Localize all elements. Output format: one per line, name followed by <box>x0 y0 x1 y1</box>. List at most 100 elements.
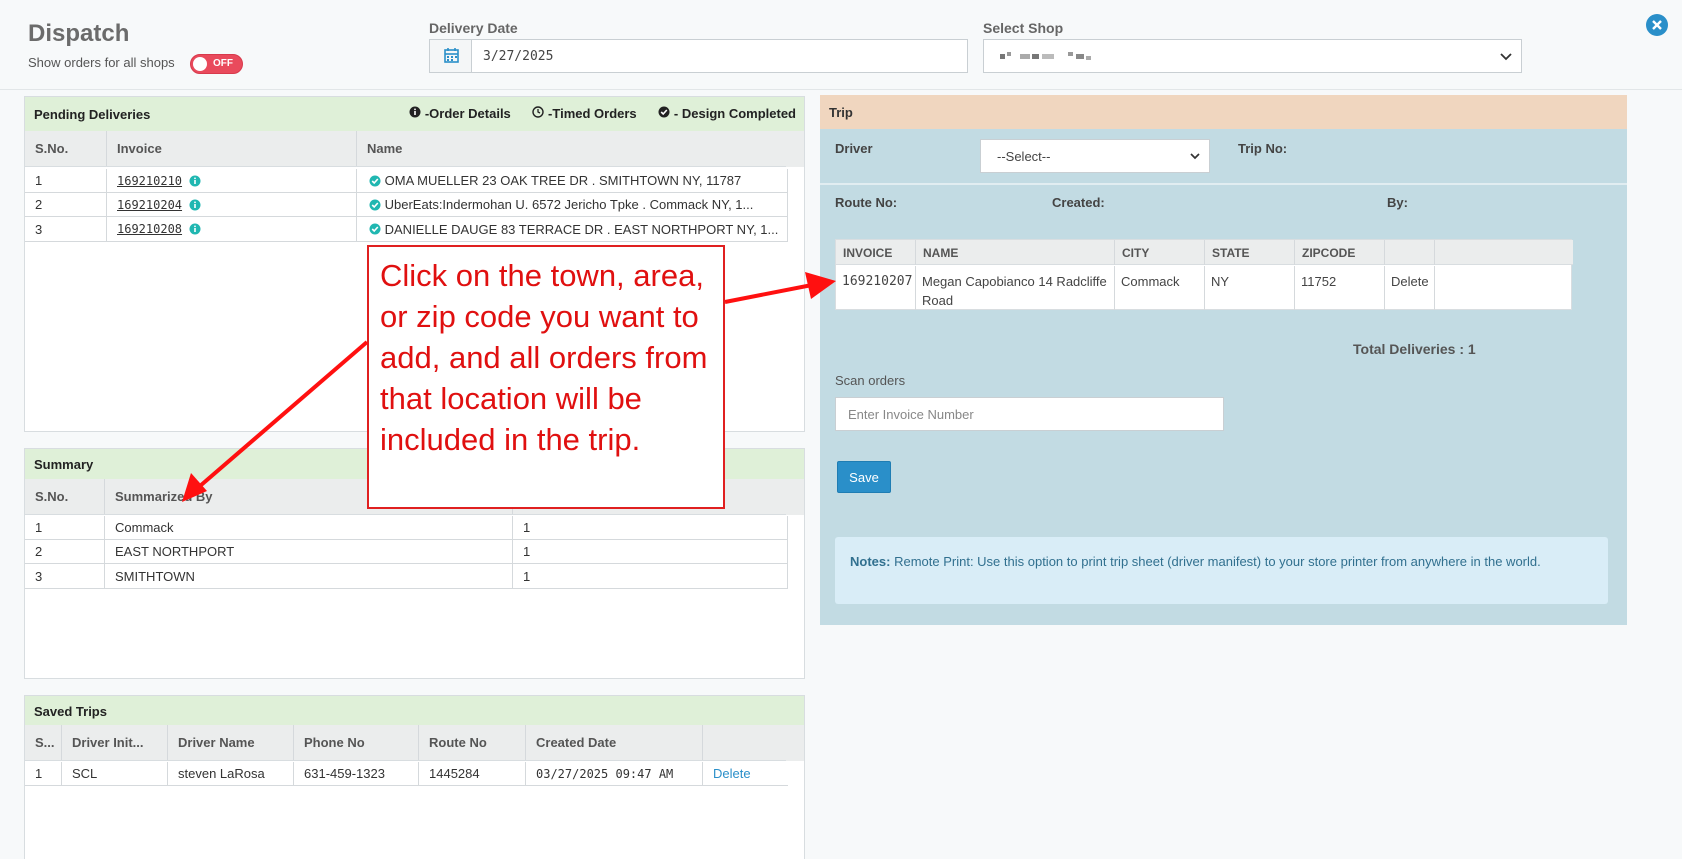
trip-row-city: Commack <box>1115 266 1205 310</box>
summary-title: Summary <box>34 457 94 472</box>
header-scroll-spacer <box>786 131 804 167</box>
row-driver-init: SCL <box>62 762 168 785</box>
row-invoice[interactable]: 169210210 <box>107 169 357 192</box>
chevron-down-icon <box>1500 53 1512 61</box>
row-location[interactable]: EAST NORTHPORT <box>105 540 513 563</box>
trip-row-zip: 11752 <box>1295 266 1385 310</box>
col-state: STATE <box>1205 240 1295 265</box>
trip-panel: Trip Driver --Select-- Trip No: Route No… <box>820 95 1627 625</box>
row-created-date: 03/27/2025 09:47 AM <box>526 762 703 785</box>
row-invoice[interactable]: 169210208 <box>107 217 357 241</box>
driver-select-value: --Select-- <box>997 149 1051 164</box>
col-phone: Phone No <box>294 725 419 760</box>
info-icon <box>409 106 421 118</box>
col-sno: S.No. <box>25 131 107 166</box>
delete-trip-link[interactable]: Delete <box>703 762 788 785</box>
trip-row-name: Megan Capobianco 14 Radcliffe Road <box>916 266 1115 310</box>
header-scroll-spacer <box>786 725 804 761</box>
chevron-down-icon <box>1190 153 1200 160</box>
row-driver-name: steven LaRosa <box>168 762 294 785</box>
legend-order-details: -Order Details <box>409 106 511 121</box>
saved-trips-title: Saved Trips <box>34 704 107 719</box>
calendar-icon[interactable] <box>430 40 472 72</box>
row-name: UberEats:Indermohan U. 6572 Jericho Tpke… <box>357 193 788 216</box>
trip-row-state: NY <box>1205 266 1295 310</box>
by-label: By: <box>1387 195 1408 210</box>
trip-orders-table: INVOICE NAME CITY STATE ZIPCODE 16921020… <box>835 239 1573 310</box>
col-invoice: INVOICE <box>836 240 916 265</box>
row-name: OMA MUELLER 23 OAK TREE DR . SMITHTOWN N… <box>357 169 788 192</box>
trip-title: Trip <box>820 95 1627 129</box>
driver-select[interactable]: --Select-- <box>980 139 1210 173</box>
row-phone: 631-459-1323 <box>294 762 419 785</box>
col-name: Name <box>357 131 788 166</box>
col-sno: S.No. <box>25 479 105 514</box>
row-location[interactable]: SMITHTOWN <box>105 564 513 588</box>
top-bar: Dispatch Show orders for all shops OFF D… <box>0 0 1682 90</box>
notes-label: Notes: <box>850 554 891 569</box>
delete-order-link[interactable]: Delete <box>1385 266 1435 310</box>
select-shop-label: Select Shop <box>983 20 1064 36</box>
col-driver-name: Driver Name <box>168 725 294 760</box>
pending-deliveries-header: Pending Deliveries -Order Details -Timed… <box>25 97 804 131</box>
col-sno: S... <box>25 725 62 760</box>
saved-trips-panel: Saved Trips S... Driver Init... Driver N… <box>24 695 805 859</box>
annotation-callout: Click on the town, area, or zip code you… <box>367 245 725 509</box>
info-icon[interactable] <box>189 175 201 187</box>
row-sno: 3 <box>25 217 107 241</box>
check-circle-icon <box>369 175 381 186</box>
col-action <box>703 725 788 760</box>
delivery-date-input[interactable]: 3/27/2025 <box>429 39 968 73</box>
col-invoice: Invoice <box>107 131 357 166</box>
summary-row[interactable]: 3 SMITHTOWN 1 <box>25 564 788 589</box>
show-all-shops-toggle[interactable]: OFF <box>190 54 243 74</box>
scan-orders-label: Scan orders <box>835 373 906 388</box>
legend-timed-orders: -Timed Orders <box>532 106 637 121</box>
toggle-state-label: OFF <box>213 58 233 69</box>
trip-table-header: INVOICE NAME CITY STATE ZIPCODE <box>836 240 1573 265</box>
legend-design-completed: - Design Completed <box>658 106 796 121</box>
row-count: 1 <box>513 564 788 588</box>
col-driver-init: Driver Init... <box>62 725 168 760</box>
col-name: NAME <box>916 240 1115 265</box>
info-icon[interactable] <box>189 223 201 235</box>
header-scroll-spacer <box>786 479 804 515</box>
route-no-label: Route No: <box>835 195 898 210</box>
info-icon[interactable] <box>189 199 201 211</box>
notes-box: Notes: Remote Print: Use this option to … <box>835 537 1608 604</box>
col-action <box>1385 240 1435 265</box>
row-invoice[interactable]: 169210204 <box>107 193 357 216</box>
created-label: Created: <box>1052 195 1105 210</box>
check-circle-icon <box>369 223 381 235</box>
table-row[interactable]: 1 169210210 OMA MUELLER 23 OAK TREE DR .… <box>25 169 788 193</box>
table-row[interactable]: 2 169210204 UberEats:Indermohan U. 6572 … <box>25 193 788 217</box>
scan-invoice-input[interactable]: Enter Invoice Number <box>835 397 1224 431</box>
clock-icon <box>532 106 545 118</box>
col-zipcode: ZIPCODE <box>1295 240 1385 265</box>
row-route-no: 1445284 <box>419 762 526 785</box>
row-sno: 2 <box>25 193 107 216</box>
summary-row[interactable]: 2 EAST NORTHPORT 1 <box>25 540 788 564</box>
saved-trip-row[interactable]: 1 SCL steven LaRosa 631-459-1323 1445284… <box>25 762 788 786</box>
page-title: Dispatch <box>28 20 130 47</box>
save-button[interactable]: Save <box>837 461 891 493</box>
saved-trips-table-header: S... Driver Init... Driver Name Phone No… <box>25 725 788 761</box>
table-row[interactable]: 3 169210208 DANIELLE DAUGE 83 TERRACE DR… <box>25 217 788 242</box>
saved-trips-header: Saved Trips <box>25 696 804 725</box>
summary-row[interactable]: 1 Commack 1 <box>25 516 788 540</box>
row-sno: 1 <box>25 762 62 785</box>
row-location[interactable]: Commack <box>105 516 513 539</box>
trip-divider <box>820 183 1627 185</box>
row-sno: 1 <box>25 516 105 539</box>
row-sno: 2 <box>25 540 105 563</box>
pending-table-header: S.No. Invoice Name <box>25 131 788 167</box>
redacted-shop-name <box>1000 52 1091 60</box>
pending-deliveries-title: Pending Deliveries <box>34 107 151 122</box>
row-count: 1 <box>513 540 788 563</box>
show-all-shops-label: Show orders for all shops <box>28 55 175 70</box>
select-shop-dropdown[interactable] <box>983 39 1522 73</box>
driver-label: Driver <box>835 141 873 156</box>
row-name: DANIELLE DAUGE 83 TERRACE DR . EAST NORT… <box>357 217 788 241</box>
close-icon[interactable] <box>1646 14 1668 36</box>
trip-no-label: Trip No: <box>1238 141 1288 156</box>
